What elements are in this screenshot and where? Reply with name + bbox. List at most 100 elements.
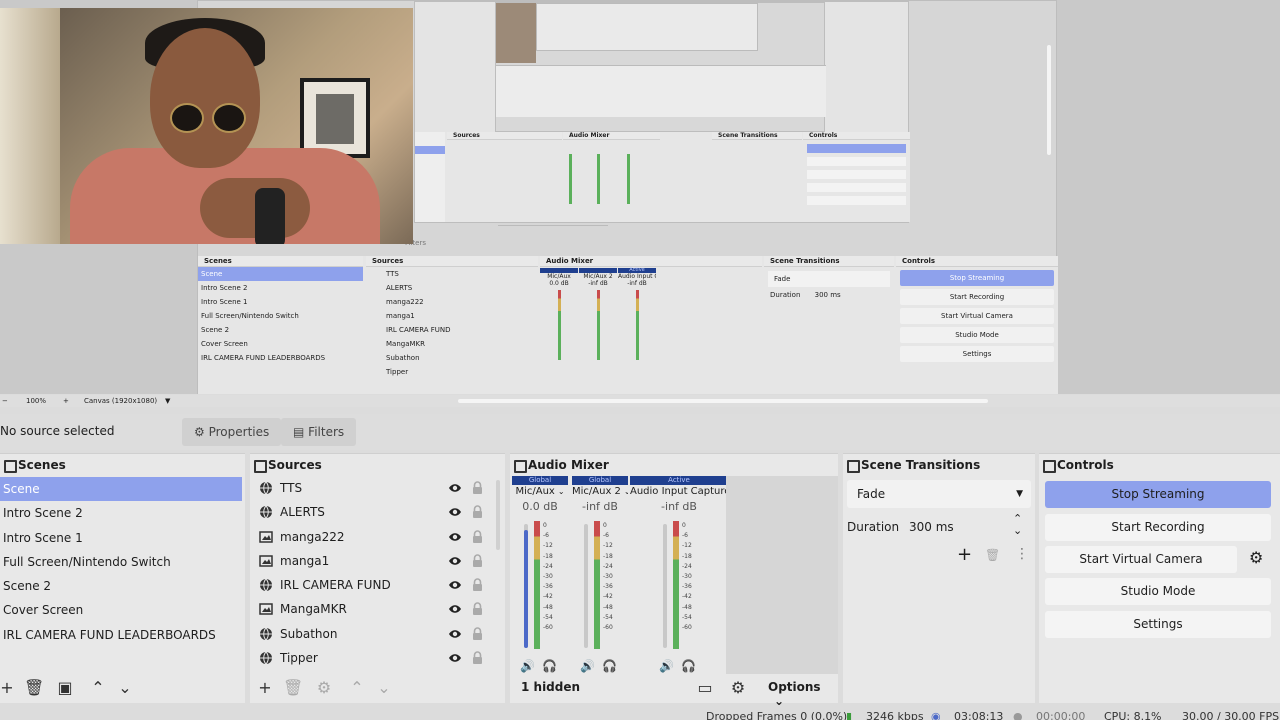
mini-studio-mode: Studio Mode xyxy=(900,327,1054,343)
remove-scene-icon[interactable]: 🗑 xyxy=(24,679,44,697)
eye-icon[interactable] xyxy=(448,555,462,567)
channel-name[interactable]: Audio Input Capture⌄ xyxy=(630,485,728,499)
eye-icon[interactable] xyxy=(448,482,462,494)
volume-speaker-icon[interactable]: 🔊 xyxy=(520,659,535,673)
mixer-channel: ActiveAudio Input Capture⌄-inf dB 0 -6 -12 -… xyxy=(630,476,728,681)
mixer-channel: Global Mic/Aux ⌄ 0.0 dB 0 -6 -12 -18 -24 -30 -36 -4… xyxy=(512,476,568,681)
lock-icon[interactable] xyxy=(472,602,483,616)
lock-icon[interactable] xyxy=(472,529,483,544)
scene-item[interactable]: Intro Scene 1 xyxy=(0,526,242,550)
lock-icon[interactable] xyxy=(472,554,483,568)
source-item[interactable]: TTS xyxy=(250,476,505,500)
mixer-layout-icon[interactable]: ▭ xyxy=(696,679,714,697)
volume-fader[interactable] xyxy=(663,524,667,648)
eye-icon[interactable] xyxy=(448,652,462,664)
move-up-icon[interactable]: ⌃ xyxy=(89,679,107,697)
studio-mode-button[interactable]: Studio Mode xyxy=(1045,578,1271,605)
chevron-down-icon[interactable]: ▼ xyxy=(165,395,170,407)
properties-button[interactable]: ⚙ Properties xyxy=(182,418,282,446)
lock-icon[interactable] xyxy=(472,651,483,665)
scene-item[interactable]: Full Screen/Nintendo Switch xyxy=(0,550,242,574)
eye-icon[interactable] xyxy=(448,603,462,615)
scene-filters-icon[interactable]: ▣ xyxy=(56,679,74,697)
nested-preview-tiny xyxy=(495,2,826,132)
eye-icon[interactable] xyxy=(448,506,462,518)
mini-transition-select: Fade xyxy=(768,271,890,287)
source-label: MangaMKR xyxy=(280,602,347,617)
mini-controls-title-2: Controls xyxy=(896,256,1058,267)
mixer-options-button[interactable]: Options ⌄ xyxy=(768,680,838,708)
channel-name[interactable]: Mic/Aux ⌄ xyxy=(512,485,568,499)
source-item[interactable]: Subathon xyxy=(250,622,505,646)
stop-streaming-button[interactable]: Stop Streaming xyxy=(1045,481,1271,508)
source-settings-icon[interactable]: ⚙ xyxy=(315,679,333,697)
volume-fader[interactable] xyxy=(584,524,588,648)
scene-item[interactable]: Scene 2 xyxy=(0,574,242,598)
meter-scale-label: -48 xyxy=(603,603,613,611)
transition-menu-icon[interactable]: ⋮ xyxy=(1015,546,1029,562)
preview-canvas[interactable]: Sources Audio Mixer Scene Transitions Co… xyxy=(0,0,1280,394)
meter-scale-label: -60 xyxy=(682,624,692,632)
scene-item[interactable]: Scene xyxy=(0,477,242,502)
lock-icon[interactable] xyxy=(472,578,483,592)
mini-source-item: IRL CAMERA FUND xyxy=(386,326,451,334)
meter-scale-label: -24 xyxy=(603,562,613,570)
remove-source-icon[interactable]: 🗑 xyxy=(283,679,303,697)
volume-speaker-icon[interactable]: 🔊 xyxy=(580,659,595,673)
source-up-icon[interactable]: ⌃ xyxy=(348,679,366,697)
channel-name[interactable]: Mic/Aux 2 ⌄ xyxy=(572,485,628,499)
source-item[interactable]: MangaMKR xyxy=(250,597,505,621)
start-recording-button[interactable]: Start Recording xyxy=(1045,514,1271,541)
start-virtual-camera-button[interactable]: Start Virtual Camera xyxy=(1045,546,1237,573)
mini-sources-title: Sources xyxy=(447,132,562,140)
meter-scale-label: -12 xyxy=(543,542,553,550)
eye-icon[interactable] xyxy=(448,628,462,640)
browser-icon xyxy=(260,481,272,495)
scene-item[interactable]: IRL CAMERA FUND LEADERBOARDS xyxy=(0,623,242,647)
source-item[interactable]: ALERTS xyxy=(250,500,505,524)
virtual-camera-settings-gear-icon[interactable]: ⚙ xyxy=(1249,548,1263,567)
remove-transition-icon[interactable]: 🗑 xyxy=(985,548,1000,562)
preview-scrollbar[interactable] xyxy=(1047,45,1051,155)
scenes-dock: Scenes Scene Intro Scene 2 Intro Scene 1 Fu… xyxy=(0,453,245,703)
sources-scrollbar[interactable] xyxy=(496,480,500,550)
horizontal-scrollbar[interactable] xyxy=(458,399,988,403)
source-item[interactable]: Tipper xyxy=(250,646,505,670)
headphones-monitor-icon[interactable]: 🎧 xyxy=(681,659,696,673)
source-down-icon[interactable]: ⌄ xyxy=(375,679,393,697)
mini-scene-item: Cover Screen xyxy=(201,340,248,348)
filters-button[interactable]: ▤ Filters xyxy=(281,418,357,446)
headphones-monitor-icon[interactable]: 🎧 xyxy=(542,659,557,673)
eye-icon[interactable] xyxy=(448,531,462,543)
volume-speaker-icon[interactable]: 🔊 xyxy=(659,659,674,673)
zoom-in-icon[interactable]: + xyxy=(63,395,69,407)
sources-toolbar: + 🗑 ⚙ ⌃ ⌄ xyxy=(250,673,505,703)
advanced-audio-icon[interactable]: ⚙ xyxy=(729,679,747,697)
lock-icon[interactable] xyxy=(472,627,483,641)
source-item[interactable]: manga222 xyxy=(250,525,505,549)
scene-item[interactable]: Intro Scene 2 xyxy=(0,501,242,525)
source-item[interactable]: manga1 xyxy=(250,549,505,573)
settings-button[interactable]: Settings xyxy=(1045,611,1271,638)
meter-scale-label: -24 xyxy=(682,562,692,570)
headphones-monitor-icon[interactable]: 🎧 xyxy=(602,659,617,673)
lock-icon[interactable] xyxy=(472,505,483,519)
add-scene-icon[interactable]: + xyxy=(0,679,16,697)
transition-select[interactable]: Fade ▼ xyxy=(847,480,1031,508)
source-item[interactable]: IRL CAMERA FUND xyxy=(250,573,505,597)
duration-input[interactable]: 300 ms xyxy=(899,513,1007,541)
lock-icon[interactable] xyxy=(472,481,483,495)
mini-source-item: ALERTS xyxy=(386,284,413,292)
add-source-icon[interactable]: + xyxy=(256,679,274,697)
add-transition-icon[interactable]: + xyxy=(957,544,972,565)
eye-icon[interactable] xyxy=(448,579,462,591)
channel-head-label: Global xyxy=(572,476,628,485)
canvas-size: Canvas (1920x1080) xyxy=(84,397,158,405)
duration-down-icon[interactable]: ⌄ xyxy=(1013,524,1022,537)
no-source-label: No source selected xyxy=(0,424,115,438)
volume-fader[interactable] xyxy=(524,524,528,648)
zoom-out-icon[interactable]: − xyxy=(2,395,8,407)
move-down-icon[interactable]: ⌄ xyxy=(116,679,134,697)
duration-value: 300 ms xyxy=(909,520,954,534)
scene-item[interactable]: Cover Screen xyxy=(0,598,242,622)
